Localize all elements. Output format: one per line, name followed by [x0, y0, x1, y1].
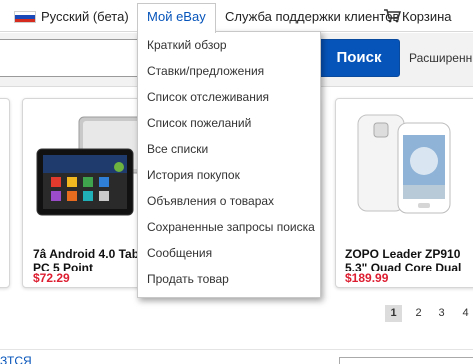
menu-item-selling[interactable]: Объявления о товарах: [147, 194, 274, 208]
product-title-line2[interactable]: 5.3" Quad Core Dual: [345, 261, 461, 271]
bottom-input-partial[interactable]: [339, 357, 473, 364]
product-price: $72.29: [33, 271, 70, 285]
page-2-button[interactable]: 2: [410, 305, 427, 322]
menu-item-purchase-history[interactable]: История покупок: [147, 168, 240, 182]
language-selector[interactable]: Русский (бета): [41, 9, 129, 24]
page-1-button[interactable]: 1: [385, 305, 402, 322]
menu-item-bids-offers[interactable]: Ставки/предложения: [147, 64, 264, 78]
my-ebay-tab[interactable]: Мой eBay: [137, 3, 216, 33]
section-heading-partial[interactable]: ЗТСЯ: [0, 354, 32, 364]
product-price: $189.99: [345, 271, 389, 285]
my-ebay-dropdown-menu: Краткий обзор Ставки/предложения Список …: [137, 31, 321, 298]
advanced-search-link[interactable]: Расширенн: [409, 51, 472, 65]
menu-item-wish-list[interactable]: Список пожеланий: [147, 116, 251, 130]
menu-item-all-lists[interactable]: Все списки: [147, 142, 208, 156]
menu-item-watch-list[interactable]: Список отслеживания: [147, 90, 269, 104]
menu-item-sell-item[interactable]: Продать товар: [147, 272, 229, 286]
product-title[interactable]: ZOPO Leader ZP910: [345, 247, 460, 261]
russia-flag-icon[interactable]: [14, 11, 36, 23]
page-4-button[interactable]: 4: [457, 305, 473, 322]
page-3-button[interactable]: 3: [433, 305, 450, 322]
menu-item-messages[interactable]: Сообщения: [147, 246, 212, 260]
phone-product-image[interactable]: [350, 109, 462, 215]
search-button[interactable]: Поиск: [318, 39, 400, 77]
product-card[interactable]: ZOPO Leader ZP910 5.3" Quad Core Dual $1…: [335, 98, 473, 288]
menu-item-summary[interactable]: Краткий обзор: [147, 38, 227, 52]
product-title[interactable]: 7â Android 4.0 Table: [33, 247, 149, 261]
top-nav: Русский (бета) Служба поддержки клиентов…: [0, 0, 473, 32]
customer-support-link[interactable]: Служба поддержки клиентов: [225, 9, 399, 24]
divider: [0, 349, 473, 350]
product-card-partial[interactable]: [0, 98, 10, 288]
cart-icon[interactable]: [383, 9, 401, 23]
product-title-line2[interactable]: PC 5 Point: [33, 261, 93, 271]
menu-item-saved-searches[interactable]: Сохраненные запросы поиска: [147, 220, 315, 234]
cart-link[interactable]: Корзина: [402, 9, 452, 24]
